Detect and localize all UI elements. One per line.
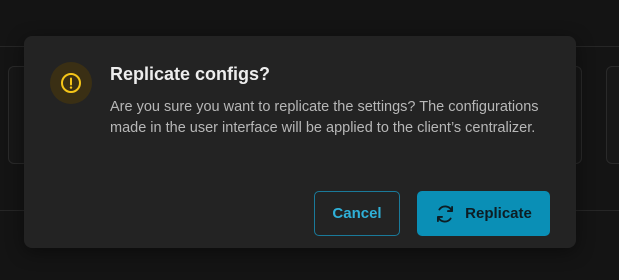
refresh-icon <box>437 205 454 222</box>
replicate-button[interactable]: Replicate <box>417 191 550 236</box>
cancel-button[interactable]: Cancel <box>314 191 400 236</box>
warning-badge <box>50 62 92 104</box>
warning-circle-icon <box>61 73 81 93</box>
replicate-dialog: Replicate configs? Are you sure you want… <box>24 36 576 248</box>
replicate-button-label: Replicate <box>465 205 532 222</box>
cancel-button-label: Cancel <box>332 205 382 222</box>
background-card <box>606 66 619 164</box>
dialog-title: Replicate configs? <box>110 64 271 84</box>
dialog-message: Are you sure you want to replicate the s… <box>110 99 539 136</box>
